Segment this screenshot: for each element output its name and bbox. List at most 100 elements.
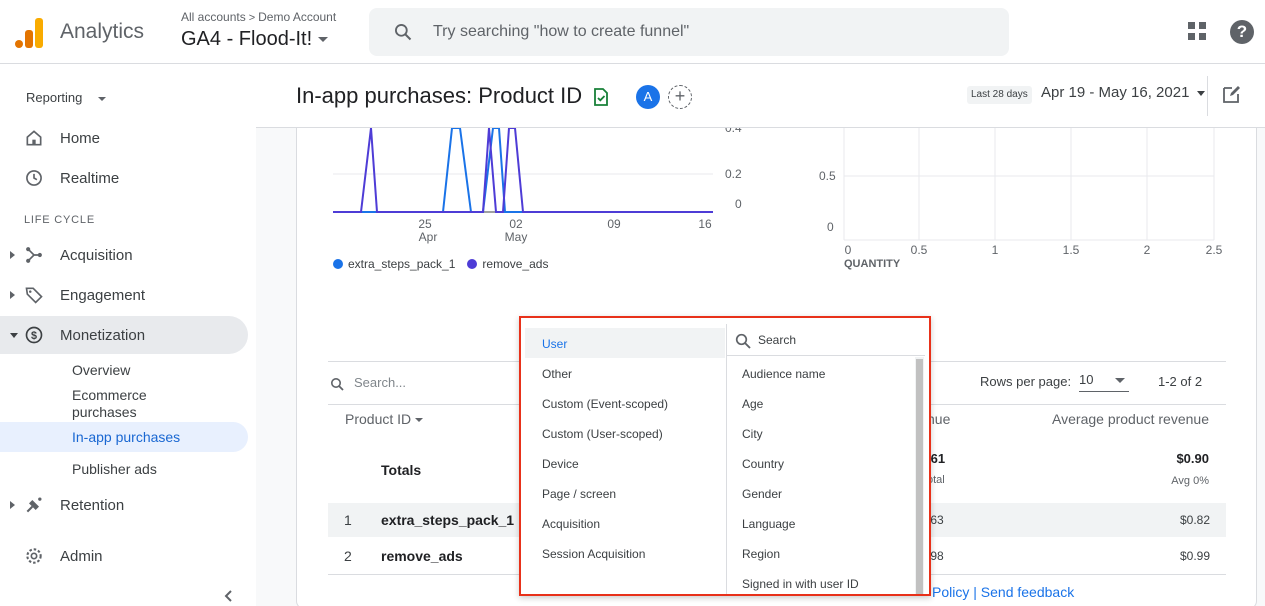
y-tick-label: 0 — [827, 220, 834, 234]
verified-report-icon[interactable] — [592, 88, 610, 106]
row-product-id[interactable]: remove_ads — [381, 548, 463, 564]
totals-avg-subtext: Avg 0% — [1171, 475, 1209, 487]
date-preset-chip: Last 28 days — [967, 86, 1032, 104]
column-header-average-product-revenue[interactable]: Average product revenue — [1052, 411, 1209, 427]
dimension-category-page-screen[interactable]: Page / screen — [525, 478, 725, 508]
apps-grid-icon[interactable] — [1188, 22, 1208, 42]
dimension-label: Age — [742, 397, 764, 411]
collapse-arrow-icon — [10, 332, 18, 338]
privacy-policy-link[interactable]: Policy — [932, 584, 969, 600]
column-header-label: Product ID — [345, 411, 412, 427]
sidebar-subitem-label: Publisher ads — [72, 461, 157, 477]
home-icon — [26, 130, 42, 146]
dimension-category-user[interactable]: User — [525, 328, 725, 358]
global-search[interactable] — [369, 8, 1009, 56]
sidebar-item-home[interactable]: Home — [0, 119, 248, 157]
sidebar-item-label: Realtime — [60, 169, 120, 187]
help-icon[interactable]: ? — [1230, 20, 1254, 44]
category-label: Other — [542, 367, 573, 381]
caret-down-icon — [98, 96, 107, 101]
dimension-option[interactable]: Region — [727, 538, 913, 568]
chevron-right-icon: > — [248, 12, 256, 24]
dimension-option[interactable]: Language — [727, 508, 913, 538]
column-header-product-id[interactable]: Product ID — [345, 411, 424, 427]
row-product-id[interactable]: extra_steps_pack_1 — [381, 512, 514, 528]
dimension-category-custom-event[interactable]: Custom (Event-scoped) — [525, 388, 725, 418]
dimension-option[interactable]: Country — [727, 448, 913, 478]
category-label: Custom (Event-scoped) — [542, 397, 669, 411]
sidebar-subitem-ecommerce-purchases[interactable]: Ecommerce purchases — [0, 387, 248, 421]
reporting-selector[interactable]: Reporting — [26, 90, 107, 105]
sidebar-item-label: Retention — [60, 496, 125, 514]
row-avg-revenue: $0.82 — [1179, 513, 1210, 527]
add-comparison-button[interactable]: + — [668, 85, 692, 109]
tag-icon — [25, 287, 43, 304]
property-name: GA4 - Flood-It! — [181, 28, 313, 50]
scatter-chart: 0.5 0 0 0.5 1 1.5 2 2.5 QUANTITY — [819, 128, 1223, 270]
legend-item-extra-steps-pack-1[interactable]: extra_steps_pack_1 — [333, 257, 455, 271]
legend-dot — [467, 259, 478, 269]
y-tick-label: 0.5 — [819, 169, 836, 183]
sidebar-item-engagement[interactable]: Engagement — [0, 276, 248, 314]
page-title: In-app purchases: Product ID — [296, 83, 583, 108]
dimension-option-list: Audience name Age City Country Gender La… — [727, 324, 925, 594]
property-selector[interactable]: GA4 - Flood-It! — [181, 28, 329, 51]
search-icon — [331, 378, 344, 391]
dimension-option[interactable]: Signed in with user ID — [727, 568, 913, 594]
y-tick-label: 0.4 — [725, 128, 742, 135]
dimension-label: Language — [742, 517, 796, 531]
dimension-category-device[interactable]: Device — [525, 448, 725, 478]
dimension-category-other[interactable]: Other — [525, 358, 725, 388]
scrollbar-thumb[interactable] — [916, 359, 923, 594]
expand-arrow-icon — [10, 291, 15, 299]
sidebar-subitem-publisher-ads[interactable]: Publisher ads — [0, 461, 248, 481]
breadcrumb-account[interactable]: Demo Account — [258, 10, 336, 24]
x-tick-label: 2 — [1144, 243, 1151, 257]
sidebar-item-admin[interactable]: Admin — [0, 537, 248, 575]
sidebar-item-monetization[interactable]: $ Monetization — [0, 316, 248, 354]
dimension-category-custom-user[interactable]: Custom (User-scoped) — [525, 418, 725, 448]
line-chart-legend: extra_steps_pack_1 remove_ads — [333, 257, 548, 271]
sidebar-item-acquisition[interactable]: Acquisition — [0, 236, 248, 274]
reporting-label: Reporting — [26, 90, 83, 105]
x-tick-label: 02 — [509, 217, 523, 231]
totals-avg-value: $0.90 — [1176, 451, 1209, 466]
dimension-option[interactable]: Gender — [727, 478, 913, 508]
sidebar-subitem-in-app-purchases[interactable]: In-app purchases — [0, 422, 248, 452]
customize-report-icon[interactable] — [1222, 84, 1242, 104]
x-tick-label: 0.5 — [911, 243, 928, 257]
breadcrumb-all-accounts[interactable]: All accounts — [181, 10, 246, 24]
sidebar-item-retention[interactable]: Retention — [0, 486, 248, 524]
global-search-input[interactable] — [433, 20, 973, 44]
comparison-avatar[interactable]: A — [636, 85, 660, 109]
dimension-category-session-acquisition[interactable]: Session Acquisition — [525, 538, 725, 568]
category-label: Page / screen — [542, 487, 617, 501]
dimension-category-acquisition[interactable]: Acquisition — [525, 508, 725, 538]
sidebar-item-label: Home — [60, 129, 101, 147]
chevron-left-icon[interactable] — [222, 589, 236, 603]
dimension-search-input[interactable] — [758, 333, 908, 347]
caret-down-icon — [318, 37, 329, 43]
x-tick-label: 0 — [845, 243, 852, 257]
header-divider — [1207, 76, 1208, 116]
sidebar-subitem-overview[interactable]: Overview — [0, 362, 248, 382]
dimension-option[interactable]: City — [727, 418, 913, 448]
table-search-input[interactable] — [354, 375, 504, 390]
send-feedback-link[interactable]: Send feedback — [981, 584, 1074, 600]
lifecycle-section-label: LIFE CYCLE — [24, 214, 95, 226]
line-chart: 0.4 0.2 0 25 Apr 02 May 09 16 — [333, 128, 742, 244]
dimension-option[interactable]: Age — [727, 388, 913, 418]
category-label: Session Acquisition — [542, 547, 646, 561]
analytics-logo-icon[interactable] — [15, 16, 43, 48]
date-range-selector[interactable]: Apr 19 - May 16, 2021 — [1041, 84, 1206, 101]
footer-separator: | — [973, 584, 977, 600]
account-breadcrumb[interactable]: All accounts > Demo Account — [181, 10, 336, 24]
rows-per-page-select[interactable]: 10 — [1079, 370, 1129, 392]
sidebar-item-realtime[interactable]: Realtime — [0, 159, 248, 197]
dimension-option[interactable]: Audience name — [727, 358, 913, 388]
rows-per-page-value: 10 — [1079, 372, 1094, 387]
sidebar-subitem-label: In-app purchases — [72, 429, 181, 445]
dollar-circle-icon: $ — [25, 326, 43, 344]
report-header: In-app purchases: Product ID A + Last 28… — [256, 64, 1265, 128]
legend-item-remove-ads[interactable]: remove_ads — [467, 257, 548, 271]
